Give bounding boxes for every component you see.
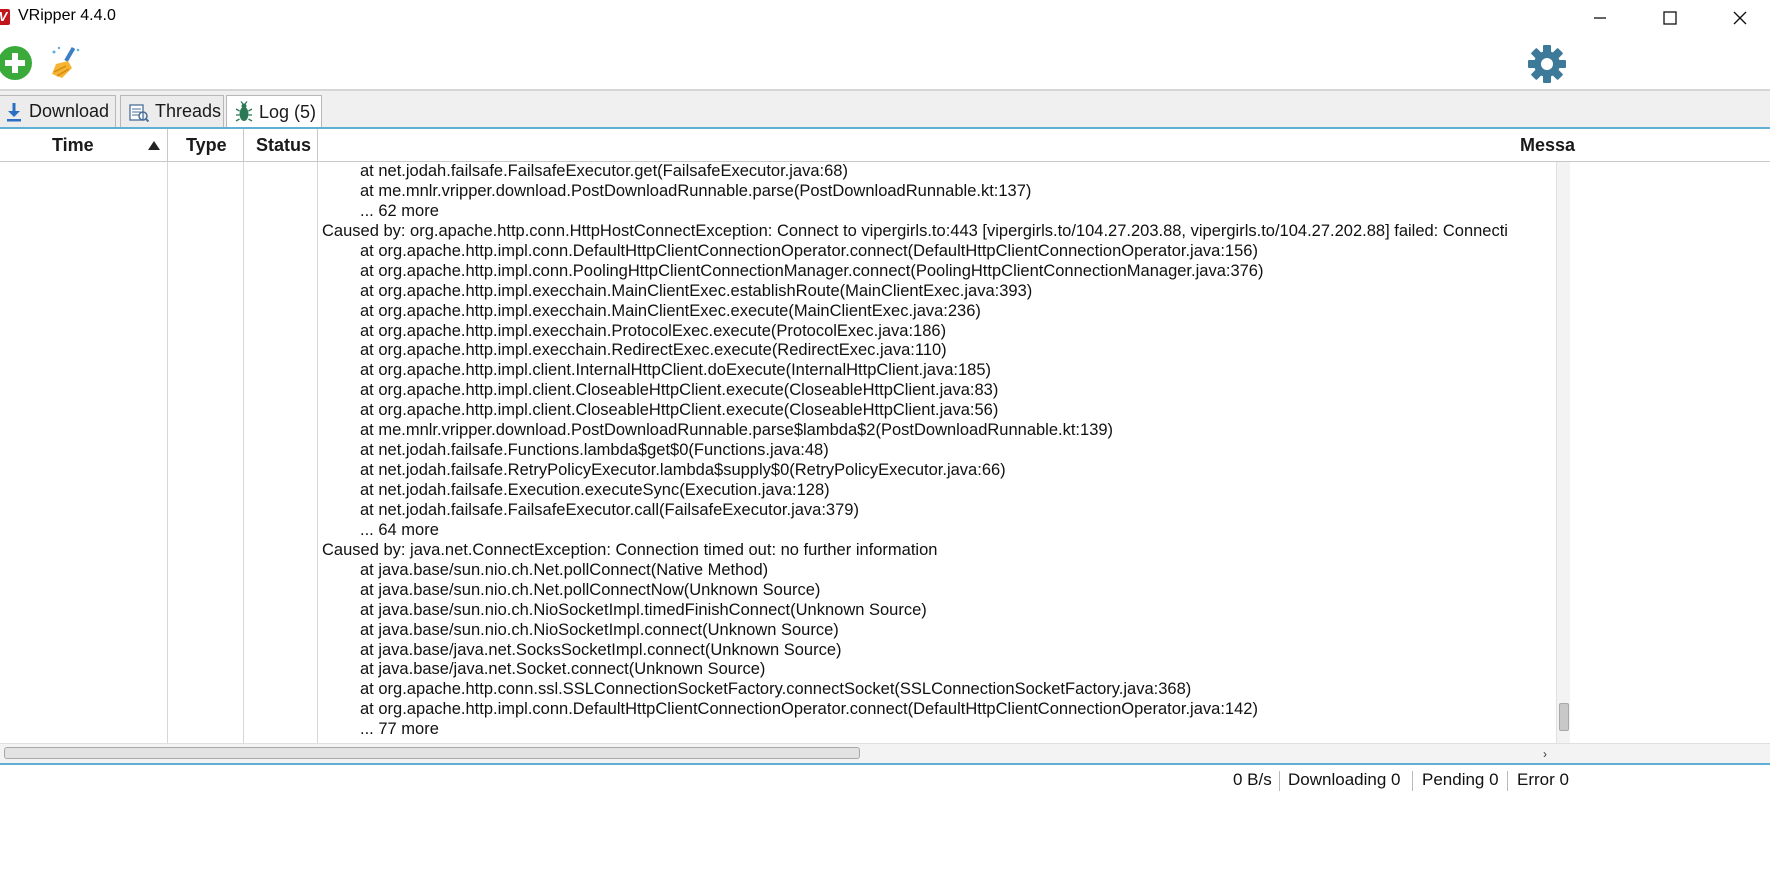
- log-line: at me.mnlr.vripper.download.PostDownload…: [360, 421, 1114, 440]
- tab-download-label: Download: [29, 101, 110, 121]
- horizontal-scrollbar[interactable]: ›: [0, 743, 1770, 763]
- tab-log[interactable]: Log (5): [226, 95, 322, 128]
- title-bar: V VRipper 4.4.0: [0, 0, 1770, 36]
- log-line: ... 64 more: [360, 520, 439, 539]
- status-bar: 0 B/s Downloading 0 Pending 0 Error 0: [0, 763, 1770, 795]
- tab-download[interactable]: Download: [0, 95, 116, 127]
- log-line: at org.apache.http.impl.execchain.MainCl…: [360, 281, 1033, 300]
- download-icon: [5, 102, 23, 122]
- log-line: at net.jodah.failsafe.Execution.executeS…: [360, 481, 830, 499]
- log-table: Time Type Status Messa at net.jodah.fail…: [0, 129, 1770, 743]
- log-line: at net.jodah.failsafe.RetryPolicyExecuto…: [360, 461, 1006, 480]
- log-line: at net.jodah.failsafe.FailsafeExecutor.g…: [360, 162, 848, 180]
- log-line: at org.apache.http.conn.ssl.SSLConnectio…: [360, 680, 1192, 699]
- log-line: at java.base/sun.nio.ch.Net.pollConnectN…: [360, 580, 821, 599]
- minimize-button[interactable]: [1570, 0, 1630, 36]
- column-header-status-label: Status: [256, 135, 312, 155]
- status-error: Error 0: [1517, 770, 1569, 789]
- log-line: Caused by: java.net.ConnectException: Co…: [322, 540, 938, 559]
- log-line: at net.jodah.failsafe.Functions.lambda$g…: [360, 441, 829, 460]
- gear-icon: [1528, 45, 1566, 83]
- message-cell[interactable]: at net.jodah.failsafe.FailsafeExecutor.g…: [322, 162, 1556, 743]
- column-header-status[interactable]: Status: [244, 129, 318, 162]
- table-body: at net.jodah.failsafe.FailsafeExecutor.g…: [0, 162, 1770, 743]
- log-line: at org.apache.http.impl.client.Closeable…: [360, 401, 999, 420]
- status-pending: Pending 0: [1422, 770, 1499, 789]
- add-button[interactable]: [0, 44, 34, 82]
- maximize-button[interactable]: [1640, 0, 1700, 36]
- tab-bar: Download Threads Log (5): [0, 91, 1770, 128]
- log-line: at java.base/java.net.Socket.connect(Unk…: [360, 660, 766, 679]
- clean-icon: [52, 46, 80, 78]
- log-line: ... 62 more: [360, 201, 439, 220]
- status-divider: [1279, 771, 1280, 791]
- tab-log-label: Log (5): [259, 101, 317, 122]
- log-line: at org.apache.http.impl.execchain.MainCl…: [360, 301, 981, 320]
- minimize-icon: [1594, 17, 1606, 19]
- column-header-message-label: Messa: [1520, 135, 1576, 155]
- log-line: at org.apache.http.impl.execchain.Redire…: [360, 341, 947, 360]
- bug-icon: [235, 101, 253, 123]
- log-line: at java.base/sun.nio.ch.NioSocketImpl.co…: [360, 620, 839, 639]
- close-icon: [1733, 11, 1747, 25]
- column-divider: [243, 162, 244, 743]
- log-line: ... 77 more: [360, 720, 439, 739]
- tab-threads-label: Threads: [155, 101, 222, 121]
- log-line: at org.apache.http.impl.execchain.Protoc…: [360, 321, 947, 340]
- sort-ascending-icon: [148, 141, 160, 150]
- log-line: at org.apache.http.impl.conn.DefaultHttp…: [360, 700, 1258, 719]
- log-line: at org.apache.http.impl.conn.PoolingHttp…: [360, 261, 1264, 280]
- column-header-message[interactable]: Messa: [318, 129, 1770, 162]
- status-speed: 0 B/s: [1233, 770, 1272, 789]
- threads-icon: [129, 102, 149, 122]
- vertical-scrollbar[interactable]: [1556, 162, 1570, 743]
- status-divider: [1412, 771, 1413, 791]
- log-line: at org.apache.http.impl.conn.DefaultHttp…: [360, 241, 1258, 260]
- log-line: at net.jodah.failsafe.FailsafeExecutor.c…: [360, 500, 859, 519]
- column-header-time-label: Time: [52, 135, 94, 155]
- maximize-icon: [1663, 11, 1677, 25]
- status-downloading: Downloading 0: [1288, 770, 1401, 789]
- toolbar: [0, 36, 1770, 90]
- window-bottom: [0, 795, 1770, 895]
- log-line: at java.base/sun.nio.ch.NioSocketImpl.ti…: [360, 600, 927, 619]
- window-title: VRipper 4.4.0: [18, 7, 116, 24]
- close-button[interactable]: [1710, 0, 1770, 36]
- log-line: at java.base/sun.nio.ch.Net.pollConnect(…: [360, 560, 769, 579]
- column-header-type-label: Type: [186, 135, 227, 155]
- column-divider: [317, 162, 318, 743]
- scroll-right-arrow-icon[interactable]: ›: [1543, 747, 1547, 761]
- table-header: Time Type Status Messa: [0, 129, 1770, 162]
- log-line: at org.apache.http.impl.client.InternalH…: [360, 361, 992, 380]
- column-divider: [167, 162, 168, 743]
- add-icon: [0, 46, 32, 80]
- vertical-scrollbar-thumb[interactable]: [1559, 703, 1569, 731]
- tab-threads[interactable]: Threads: [120, 95, 224, 127]
- log-line: at java.base/java.net.SocksSocketImpl.co…: [360, 640, 842, 659]
- log-line: at org.apache.http.impl.client.Closeable…: [360, 381, 999, 400]
- app-logo-icon: V: [0, 9, 10, 25]
- status-divider: [1507, 771, 1508, 791]
- log-line: at me.mnlr.vripper.download.PostDownload…: [360, 181, 1032, 200]
- log-line: Caused by: org.apache.http.conn.HttpHost…: [322, 221, 1508, 240]
- column-header-time[interactable]: Time: [0, 129, 168, 162]
- column-header-type[interactable]: Type: [168, 129, 244, 162]
- settings-button[interactable]: [1525, 42, 1569, 86]
- clean-button[interactable]: [48, 44, 84, 80]
- horizontal-scrollbar-thumb[interactable]: [4, 747, 860, 759]
